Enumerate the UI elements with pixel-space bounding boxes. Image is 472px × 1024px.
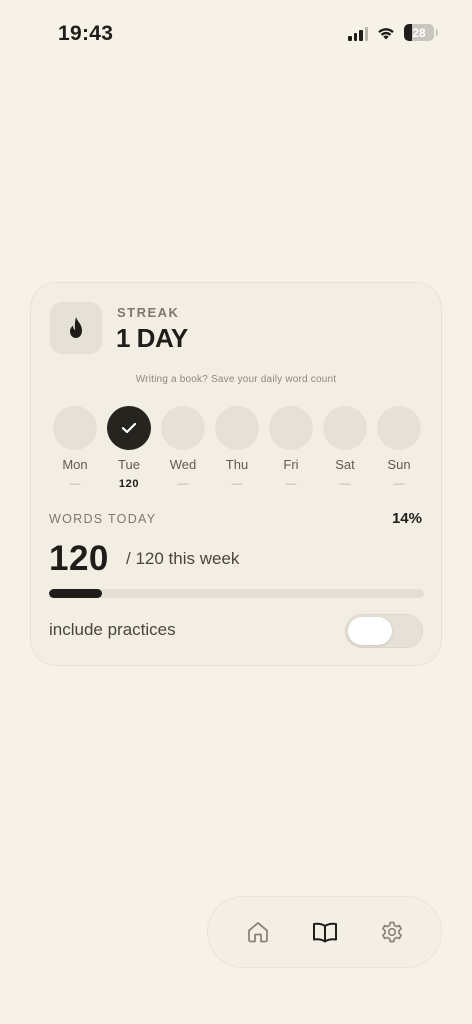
day-circle[interactable] — [377, 406, 421, 450]
day-count: — — [339, 478, 351, 490]
home-icon — [247, 922, 268, 943]
day-count: — — [177, 478, 189, 490]
tab-book[interactable] — [305, 912, 345, 952]
day-thu[interactable]: Thu — — [215, 406, 259, 492]
day-mon[interactable]: Mon — — [53, 406, 97, 492]
include-practices-toggle[interactable] — [345, 614, 423, 648]
day-circle[interactable] — [215, 406, 259, 450]
day-count: — — [285, 478, 297, 490]
day-fri[interactable]: Fri — — [269, 406, 313, 492]
streak-hint: Writing a book? Save your daily word cou… — [135, 374, 337, 385]
cellular-signal-icon — [348, 25, 368, 41]
tab-settings[interactable] — [372, 912, 412, 952]
day-circle[interactable] — [53, 406, 97, 450]
gear-icon — [381, 921, 402, 943]
words-today-label: WORDS TODAY — [49, 512, 157, 526]
streak-value: 1 DAY — [116, 323, 188, 353]
book-icon — [312, 922, 337, 943]
progress-fill — [49, 589, 102, 598]
day-count: — — [393, 478, 405, 490]
battery-level: 28 — [412, 25, 426, 40]
day-count: 120 — [118, 478, 140, 490]
status-icons: 28 — [348, 24, 438, 41]
progress-bar — [49, 589, 424, 598]
week-total: / 120 this week — [126, 549, 240, 568]
status-time: 19:43 — [58, 22, 114, 45]
day-name: Thu — [225, 457, 249, 472]
day-count: — — [69, 478, 81, 490]
day-count: — — [231, 478, 243, 490]
day-sun[interactable]: Sun — — [377, 406, 421, 492]
day-name: Tue — [118, 457, 140, 472]
day-circle[interactable] — [269, 406, 313, 450]
day-circle[interactable] — [323, 406, 367, 450]
day-name: Fri — [283, 457, 299, 472]
streak-label: STREAK — [117, 305, 180, 320]
battery-icon: 28 — [404, 24, 438, 41]
tab-bar — [207, 896, 442, 968]
tab-home[interactable] — [238, 912, 278, 952]
flame-icon — [70, 317, 82, 338]
day-wed[interactable]: Wed — — [161, 406, 205, 492]
day-tue[interactable]: Tue 120 — [107, 406, 151, 492]
day-name: Sat — [335, 457, 355, 472]
day-circle-completed[interactable] — [107, 406, 151, 450]
checkmark-icon — [121, 422, 137, 434]
day-name: Mon — [62, 457, 88, 472]
streak-card: STREAK 1 DAY Writing a book? Save your d… — [30, 282, 442, 666]
words-today-percent: 14% — [391, 510, 422, 527]
day-circle[interactable] — [161, 406, 205, 450]
toggle-knob[interactable] — [348, 617, 392, 645]
week-days: Mon — Tue 120 Wed — Thu — Fri — Sat — Su… — [53, 406, 421, 492]
words-today-count: 120 — [49, 539, 109, 578]
include-practices-label: include practices — [49, 620, 176, 639]
wifi-icon — [378, 28, 394, 40]
day-name: Sun — [387, 457, 411, 472]
day-name: Wed — [169, 457, 197, 472]
day-sat[interactable]: Sat — — [323, 406, 367, 492]
flame-tile — [50, 302, 102, 354]
